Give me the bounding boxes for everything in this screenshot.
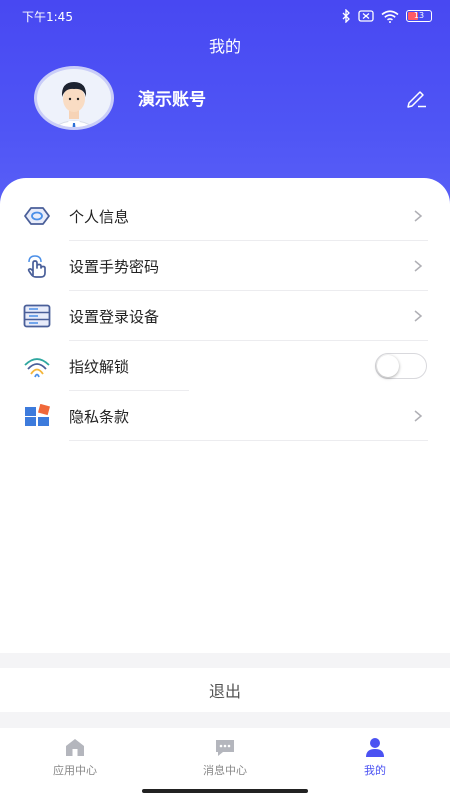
wifi-icon xyxy=(381,9,399,23)
menu-item-label: 隐私条款 xyxy=(69,408,130,426)
settings-card: 个人信息 设置手势密码 设置登录设备 指纹解锁 隐私条款 xyxy=(0,178,450,653)
home-icon xyxy=(66,739,84,756)
status-time: 下午1:45 xyxy=(22,9,73,24)
battery-level: 13 xyxy=(413,11,425,20)
tab-label: 应用中心 xyxy=(53,764,97,777)
account-name: 演示账号 xyxy=(138,90,206,110)
user-icon xyxy=(366,738,384,757)
menu-item-label: 指纹解锁 xyxy=(69,358,130,376)
chevron-right-icon xyxy=(414,410,423,422)
menu-item-gesture-password[interactable]: 设置手势密码 xyxy=(0,241,450,291)
tab-message-center[interactable]: 消息中心 xyxy=(150,736,300,778)
divider xyxy=(69,440,428,441)
menu-item-label: 个人信息 xyxy=(69,208,130,226)
chevron-right-icon xyxy=(414,210,423,222)
tab-label: 我的 xyxy=(364,764,386,777)
sim-off-icon xyxy=(358,10,374,22)
logout-button[interactable]: 退出 xyxy=(0,668,450,712)
menu-item-login-device[interactable]: 设置登录设备 xyxy=(0,291,450,341)
tab-mine[interactable]: 我的 xyxy=(300,736,450,778)
server-list-icon xyxy=(23,304,51,328)
chevron-right-icon xyxy=(414,310,423,322)
status-bar: 下午1:45 13 xyxy=(22,7,432,25)
eye-icon xyxy=(24,207,50,225)
chat-icon xyxy=(216,740,234,756)
home-indicator xyxy=(142,789,308,793)
fingerprint-icon xyxy=(24,358,50,378)
bluetooth-icon xyxy=(342,9,350,23)
tab-label: 消息中心 xyxy=(203,764,247,777)
toggle-knob xyxy=(377,355,399,377)
status-icons: 13 xyxy=(341,9,432,23)
avatar[interactable] xyxy=(34,66,114,130)
gesture-hand-icon xyxy=(27,255,46,278)
battery-icon: 13 xyxy=(406,10,432,22)
edit-icon[interactable] xyxy=(404,88,428,108)
menu-item-privacy-policy[interactable]: 隐私条款 xyxy=(0,391,450,441)
tab-app-center[interactable]: 应用中心 xyxy=(0,736,150,778)
menu-item-label: 设置登录设备 xyxy=(69,308,160,326)
fingerprint-toggle[interactable] xyxy=(375,353,427,379)
chevron-right-icon xyxy=(414,260,423,272)
menu-item-label: 设置手势密码 xyxy=(69,258,160,276)
menu-item-personal-info[interactable]: 个人信息 xyxy=(0,191,450,241)
blocks-icon xyxy=(25,404,50,426)
menu-item-fingerprint-unlock: 指纹解锁 xyxy=(0,341,450,391)
page-title: 我的 xyxy=(208,37,241,56)
